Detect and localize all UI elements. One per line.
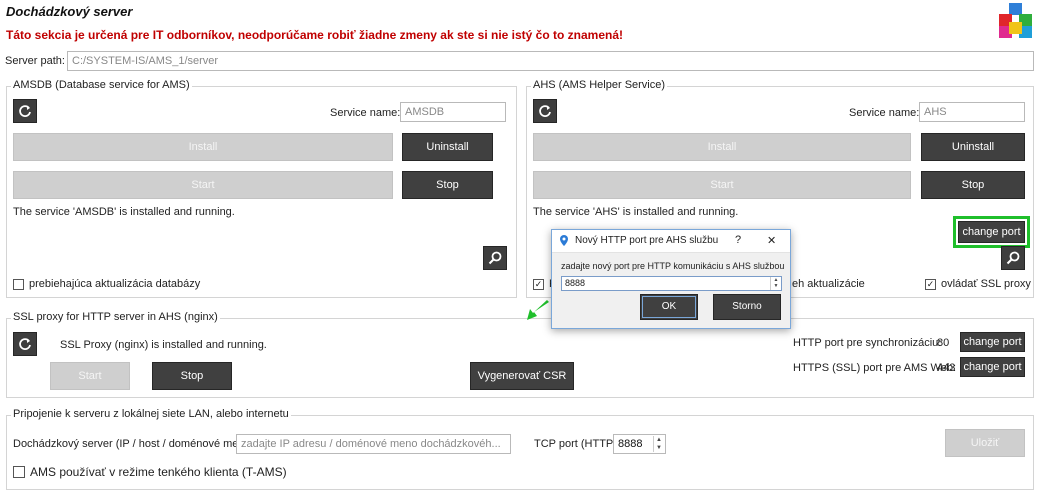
refresh-icon (539, 105, 551, 117)
server-address-input[interactable]: zadajte IP adresu / doménové meno dochád… (236, 434, 511, 454)
tcp-port-input[interactable]: 8888 ▲ ▼ (613, 434, 666, 454)
amsdb-service-name-field[interactable]: AMSDB (400, 102, 506, 122)
server-path-field[interactable]: C:/SYSTEM-IS/AMS_1/server (67, 51, 1034, 71)
http-port-value: 80 (937, 337, 950, 349)
amsdb-refresh-button[interactable] (13, 99, 37, 123)
amsdb-install-button[interactable]: Install (13, 133, 393, 161)
refresh-icon (19, 338, 31, 350)
refresh-icon (19, 105, 31, 117)
dialog-close-button[interactable]: ✕ (767, 234, 776, 247)
dialog-ok-button[interactable]: OK (640, 294, 698, 320)
server-address-label: Dochádzkový server (IP / host / doménové… (13, 438, 258, 450)
warning-text: Táto sekcia je určená pre IT odborníkov,… (6, 28, 624, 42)
ssl-status-text: SSL Proxy (nginx) is installed and runni… (60, 339, 267, 351)
ssl-refresh-button[interactable] (13, 332, 37, 356)
search-icon (488, 251, 502, 265)
ahs-change-port-button[interactable]: change port (958, 221, 1025, 243)
amsdb-stop-button[interactable]: Stop (402, 171, 493, 199)
dialog-titlebar: Nový HTTP port pre AHS službu ? ✕ (552, 230, 790, 253)
green-arrow-icon (527, 300, 549, 320)
page-title: Dochádzkový server (6, 4, 133, 19)
ahs-ssl-proxy-checkbox[interactable]: ✓ ovládať SSL proxy (925, 278, 1031, 290)
tcp-port-value: 8888 (618, 438, 643, 450)
ahs-search-button[interactable] (1001, 246, 1025, 270)
ahs-service-name-field[interactable]: AHS (919, 102, 1025, 122)
http-port-label: HTTP port pre synchronizáciu: (793, 337, 942, 349)
https-port-value: 443 (937, 362, 956, 374)
connection-group-title: Pripojenie k serveru z lokálnej siete LA… (11, 408, 291, 420)
ahs-uninstall-button[interactable]: Uninstall (921, 133, 1025, 161)
amsdb-db-update-checkbox[interactable]: prebiehajúca aktualizácia databázy (13, 278, 200, 290)
ahs-middle-checkbox-label: eh aktualizácie (792, 278, 865, 290)
https-change-port-button[interactable]: change port (960, 357, 1025, 377)
checkbox-box: ✓ (533, 278, 544, 290)
dialog-prompt: zadajte nový port pre HTTP komunikáciu s… (561, 261, 785, 271)
change-port-dialog: Nový HTTP port pre AHS službu ? ✕ zadajt… (551, 229, 791, 329)
location-pin-icon (560, 235, 568, 246)
generate-csr-button[interactable]: Vygenerovať CSR (470, 362, 574, 390)
dialog-port-value: 8888 (565, 278, 586, 288)
tcp-port-label: TCP port (HTTP): (534, 438, 620, 450)
ssl-group-title: SSL proxy for HTTP server in AHS (nginx) (11, 311, 220, 323)
dialog-help-button[interactable]: ? (735, 234, 741, 246)
tcp-port-spinner[interactable]: ▲ ▼ (653, 436, 664, 452)
ahs-service-name-label: Service name: (849, 107, 920, 119)
checkbox-box (13, 278, 24, 290)
server-path-label: Server path: (5, 55, 65, 67)
ahs-install-button[interactable]: Install (533, 133, 911, 161)
amsdb-group-title: AMSDB (Database service for AMS) (11, 79, 192, 91)
ahs-group-title: AHS (AMS Helper Service) (531, 79, 668, 91)
thin-client-label: AMS používať v režime tenkého klienta (T… (30, 465, 287, 479)
dialog-port-spinner[interactable]: ▲ ▼ (770, 277, 781, 290)
amsdb-service-name-label: Service name: (330, 107, 401, 119)
ahs-start-button[interactable]: Start (533, 171, 911, 199)
amsdb-uninstall-button[interactable]: Uninstall (402, 133, 493, 161)
amsdb-start-button[interactable]: Start (13, 171, 393, 199)
checkbox-box (13, 466, 25, 478)
https-port-label: HTTPS (SSL) port pre AMS Web: (793, 362, 957, 374)
app-logo-cubes-icon (999, 3, 1032, 38)
dialog-cancel-button[interactable]: Storno (713, 294, 781, 320)
ahs-refresh-button[interactable] (533, 99, 557, 123)
checkbox-box: ✓ (925, 278, 936, 290)
ahs-status-text: The service 'AHS' is installed and runni… (533, 206, 739, 218)
ahs-stop-button[interactable]: Stop (921, 171, 1025, 199)
http-change-port-button[interactable]: change port (960, 332, 1025, 352)
ahs-ssl-proxy-label: ovládať SSL proxy (941, 278, 1031, 290)
search-icon (1006, 251, 1020, 265)
amsdb-status-text: The service 'AMSDB' is installed and run… (13, 206, 235, 218)
ssl-start-button[interactable]: Start (50, 362, 130, 390)
thin-client-checkbox[interactable]: AMS používať v režime tenkého klienta (T… (13, 465, 287, 479)
ssl-stop-button[interactable]: Stop (152, 362, 232, 390)
save-button[interactable]: Uložiť (945, 429, 1025, 457)
dialog-port-input[interactable]: 8888 ▲ ▼ (561, 276, 782, 291)
amsdb-db-update-label: prebiehajúca aktualizácia databázy (29, 278, 201, 290)
amsdb-search-button[interactable] (483, 246, 507, 270)
dialog-title: Nový HTTP port pre AHS službu (575, 235, 719, 246)
